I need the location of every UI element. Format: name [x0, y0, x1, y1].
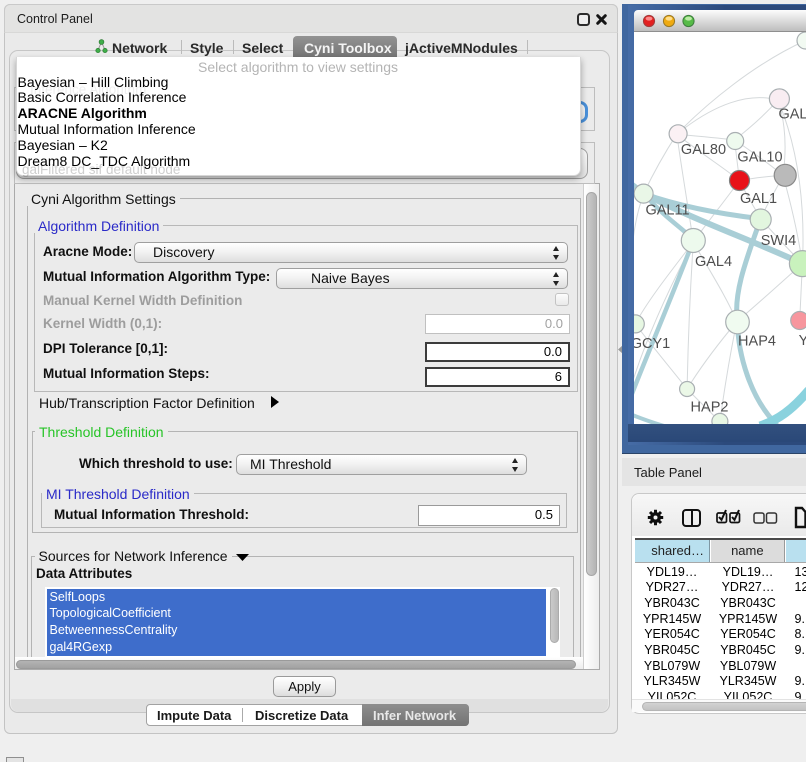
svg-text:GCY1: GCY1: [634, 336, 670, 352]
svg-text:GAL1: GAL1: [739, 191, 776, 207]
svg-text:Y: Y: [798, 333, 806, 349]
svg-text:GAL4: GAL4: [694, 254, 731, 270]
svg-text:GAL11: GAL11: [645, 202, 689, 218]
svg-text:HAP4: HAP4: [738, 333, 776, 349]
svg-text:GAL10: GAL10: [737, 149, 782, 165]
svg-text:GAL7: GAL7: [778, 106, 806, 122]
svg-text:SWI4: SWI4: [760, 233, 795, 249]
svg-text:GAL80: GAL80: [680, 142, 725, 158]
svg-text:HAP2: HAP2: [690, 399, 728, 415]
